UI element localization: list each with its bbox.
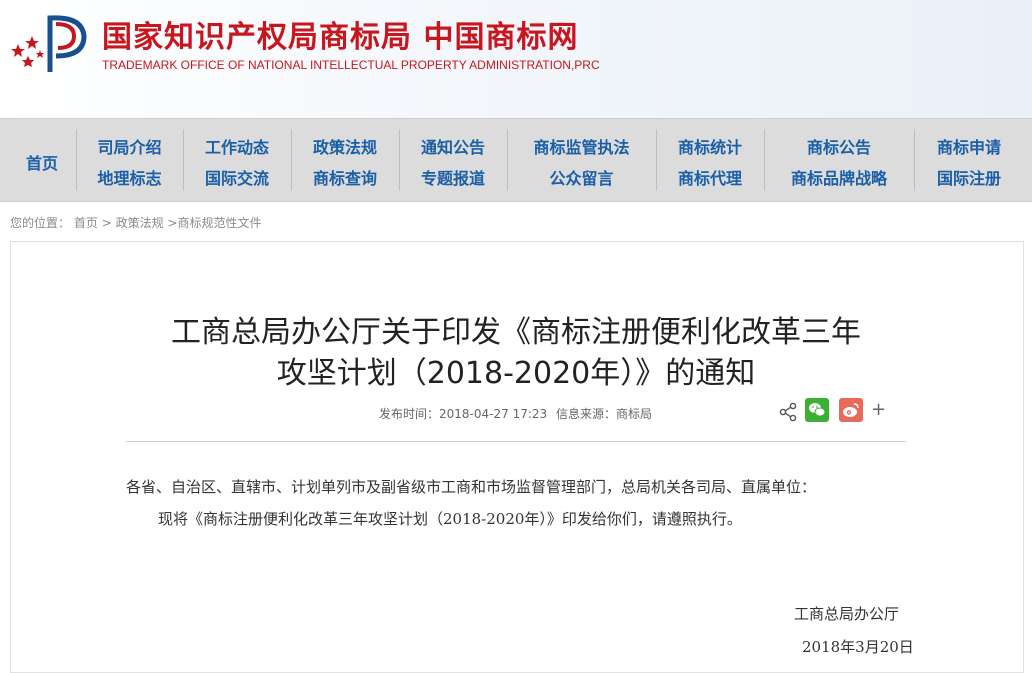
nav-item-bureau-intro[interactable]: 司局介绍 [76,134,183,158]
breadcrumb-current[interactable]: 商标规范性文件 [177,216,261,230]
nav-item-agencies[interactable]: 商标代理 [656,165,764,189]
wechat-glyph-icon [809,403,826,417]
more-share-icon[interactable]: + [871,399,886,420]
nav-item-policy[interactable]: 政策法规 [291,134,399,158]
nav-item-statistics[interactable]: 商标统计 [656,134,764,158]
nav-item-tm-search[interactable]: 商标查询 [291,165,399,189]
breadcrumb-separator: > [101,216,112,230]
share-icon[interactable] [778,402,798,422]
article-title-line2: 攻坚计划（2018-2020年）》的通知 [276,356,756,391]
article-salutation: 各省、自治区、直辖市、计划单列市及副省级市工商和市场监督管理部门，总局机关各司局… [126,478,817,496]
nav-item-notices[interactable]: 通知公告 [399,134,507,158]
nav-column-1: 司局介绍 地理标志 [76,119,183,201]
site-subtitle-en: TRADEMARK OFFICE OF NATIONAL INTELLECTUA… [102,58,600,72]
info-source-label: 信息来源： [556,407,617,421]
nav-column-5: 商标监管执法 公众留言 [507,119,656,201]
publish-time: 发布时间：2018-04-27 17:23 [379,405,547,422]
nav-item-enforcement[interactable]: 商标监管执法 [507,134,656,158]
article-signature: 工商总局办公厅 [794,605,900,623]
breadcrumb: 您的位置： 首页 > 政策法规 >商标规范性文件 [10,214,262,231]
breadcrumb-prefix: 您的位置： [10,216,71,230]
weibo-glyph-icon [843,403,859,417]
article-divider [126,441,906,442]
weibo-share-icon[interactable] [839,398,863,422]
site-title: 国家知识产权局商标局 中国商标网 [102,20,579,55]
breadcrumb-policy[interactable]: 政策法规 [116,216,164,230]
wechat-share-icon[interactable] [805,398,829,422]
nav-column-8: 商标申请 国际注册 [914,119,1024,201]
nav-item-brand-strategy[interactable]: 商标品牌战略 [764,165,914,189]
nav-column-home: 首页 [0,119,84,201]
nav-item-work-news[interactable]: 工作动态 [183,134,291,158]
breadcrumb-separator: > [167,216,178,230]
site-header: 国家知识产权局商标局 中国商标网 TRADEMARK OFFICE OF NAT… [0,0,1032,118]
info-source-value: 商标局 [616,407,653,421]
article-date: 2018年3月20日 [802,638,914,656]
info-source: 信息来源：商标局 [556,405,652,422]
nav-item-geo-marks[interactable]: 地理标志 [76,165,183,189]
nav-item-intl-exchange[interactable]: 国际交流 [183,165,291,189]
nav-column-3: 政策法规 商标查询 [291,119,399,201]
article-title-line1: 工商总局办公厅关于印发《商标注册便利化改革三年 [171,315,861,350]
breadcrumb-home[interactable]: 首页 [74,216,98,230]
nav-column-2: 工作动态 国际交流 [183,119,291,201]
publish-time-label: 发布时间： [379,407,440,421]
nav-item-tm-application[interactable]: 商标申请 [914,134,1024,158]
publish-time-value: 2018-04-27 17:23 [439,407,548,421]
nav-column-6: 商标统计 商标代理 [656,119,764,201]
nav-item-public-messages[interactable]: 公众留言 [507,165,656,189]
nav-item-home[interactable]: 首页 [0,150,84,174]
nav-item-tm-announcements[interactable]: 商标公告 [764,134,914,158]
main-nav: 首页 司局介绍 地理标志 工作动态 国际交流 政策法规 商标查询 通知公告 专题… [0,118,1032,202]
nav-column-7: 商标公告 商标品牌战略 [764,119,914,201]
article-body-paragraph: 现将《商标注册便利化改革三年攻坚计划（2018-2020年）》印发给你们，请遵照… [158,510,742,528]
nav-column-4: 通知公告 专题报道 [399,119,507,201]
nav-item-intl-registration[interactable]: 国际注册 [914,165,1024,189]
trademark-office-logo-icon[interactable] [10,14,96,74]
nav-item-special-reports[interactable]: 专题报道 [399,165,507,189]
